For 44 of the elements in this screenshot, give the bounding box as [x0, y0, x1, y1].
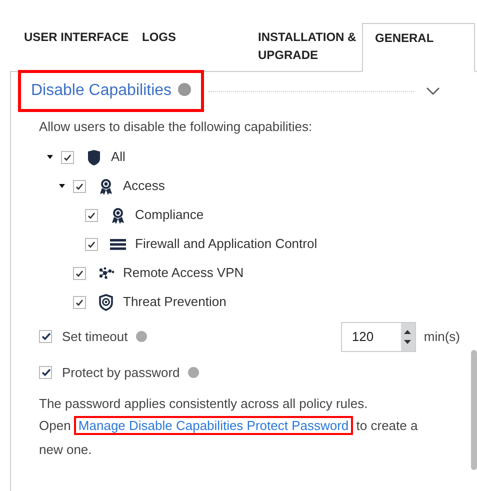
caret-icon[interactable]	[47, 155, 53, 159]
tree-item-label[interactable]: Access	[123, 176, 165, 196]
number-input[interactable]: 120	[340, 322, 416, 352]
shield-icon	[85, 148, 103, 166]
note-text: The password applies consistently across all policy rules.	[38, 394, 369, 413]
checkbox[interactable]	[85, 208, 98, 222]
note-text: Open Manage Disable Capabilities Protect Password to create a new one.	[38, 415, 419, 459]
unit-label: min(s)	[424, 328, 460, 346]
checkmark-icon	[75, 182, 84, 190]
checkbox[interactable]	[85, 238, 98, 250]
tree-item-label[interactable]: Firewall and Application Control	[135, 234, 318, 254]
checkbox[interactable]	[39, 366, 52, 379]
checkbox[interactable]	[39, 330, 52, 343]
checkbox[interactable]	[73, 296, 86, 308]
shield-target-icon	[97, 294, 115, 310]
checkbox[interactable]	[61, 150, 74, 164]
checkmark-icon	[75, 268, 84, 278]
checkmark-icon	[40, 332, 50, 341]
spinner-arrows-icon	[400, 322, 415, 350]
set-timeout-label: Set timeout	[62, 328, 128, 346]
checkmark-icon	[75, 298, 84, 306]
checkmark-icon	[87, 240, 96, 248]
tree-item-label[interactable]: All	[111, 147, 126, 167]
network-nodes-icon	[97, 267, 115, 279]
checkmark-icon	[63, 152, 72, 162]
description-text: Allow users to disable the following capabilities:	[38, 118, 314, 136]
protect-password-label: Protect by password	[62, 364, 180, 382]
tab[interactable]: USER INTERFACE	[0, 23, 142, 71]
checkbox[interactable]	[73, 266, 86, 280]
award-icon	[109, 206, 127, 224]
award-icon	[97, 178, 115, 194]
checkmark-icon	[87, 210, 96, 220]
tree-item-label[interactable]: Remote Access VPN	[123, 263, 244, 283]
tab[interactable]: GENERAL	[362, 23, 475, 72]
caret-icon[interactable]	[59, 184, 65, 188]
manage-password-link[interactable]: Manage Disable Capabilities Protect Password	[74, 416, 353, 435]
bars-icon	[109, 238, 127, 250]
checkmark-icon	[40, 368, 50, 377]
tree-item-label[interactable]: Compliance	[135, 205, 204, 225]
tab[interactable]: LOGS	[142, 23, 258, 71]
checkbox[interactable]	[73, 180, 86, 192]
section-title: Disable Capabilities	[18, 70, 204, 112]
tab[interactable]: INSTALLATION & UPGRADE	[258, 23, 362, 71]
tree-item-label[interactable]: Threat Prevention	[123, 292, 226, 312]
